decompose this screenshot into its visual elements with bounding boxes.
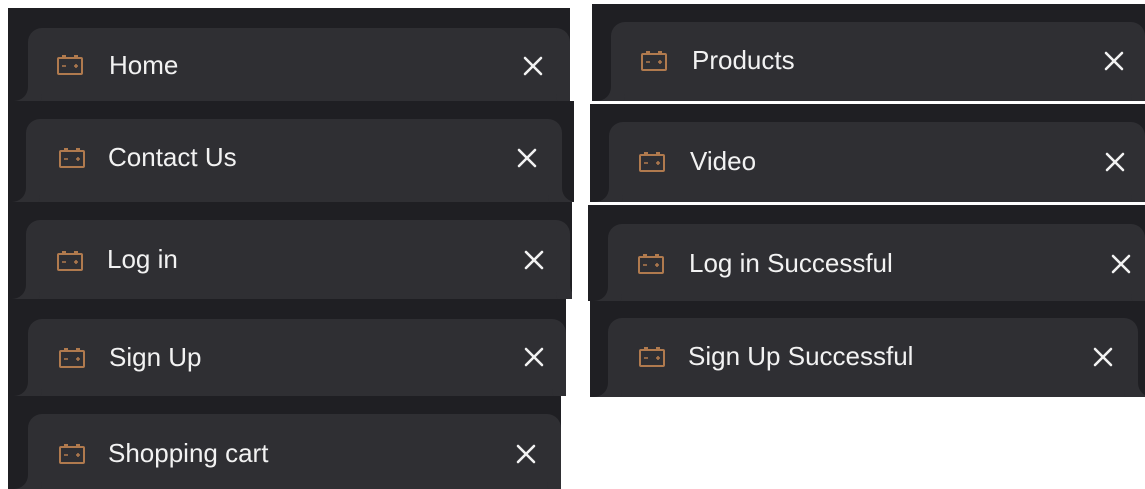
battery-icon	[57, 251, 83, 271]
tab-strip-signup-success: Sign Up Successful	[590, 301, 1145, 397]
tab-label: Sign Up Successful	[688, 341, 914, 371]
battery-icon	[639, 347, 665, 367]
tab-label: Video	[690, 146, 757, 176]
battery-icon	[59, 444, 85, 464]
battery-icon	[638, 254, 664, 274]
tab-sign-up[interactable]: Sign Up	[28, 319, 566, 396]
tab-label: Log in Successful	[689, 248, 893, 278]
close-icon[interactable]	[1110, 253, 1132, 275]
battery-icon	[641, 51, 667, 71]
tab-label: Contact Us	[108, 142, 237, 172]
tab-strip-login-success: Log in Successful	[588, 205, 1145, 301]
tab-log-in[interactable]: Log in	[26, 220, 570, 299]
tab-label: Sign Up	[109, 342, 202, 372]
battery-icon	[59, 348, 85, 368]
tab-strip-signup: Sign Up	[8, 299, 566, 396]
tab-strip-cart: Shopping cart	[8, 396, 561, 489]
close-icon[interactable]	[1104, 151, 1126, 173]
close-icon[interactable]	[1103, 50, 1125, 72]
close-icon[interactable]	[516, 147, 538, 169]
tab-strip-contact: Contact Us	[8, 101, 574, 202]
tab-strip-video: Video	[590, 104, 1145, 202]
tab-label: Home	[109, 50, 179, 80]
tab-strip-home: Home	[8, 8, 570, 101]
tab-shopping-cart[interactable]: Shopping cart	[28, 414, 561, 489]
close-icon[interactable]	[523, 249, 545, 271]
tab-products[interactable]: Products	[611, 22, 1145, 101]
close-icon[interactable]	[515, 443, 537, 465]
tab-sign-up-successful[interactable]: Sign Up Successful	[608, 318, 1138, 397]
close-icon[interactable]	[1092, 346, 1114, 368]
close-icon[interactable]	[523, 346, 545, 368]
battery-icon	[639, 152, 665, 172]
tab-strip-products: Products	[592, 4, 1145, 101]
tab-label: Shopping cart	[108, 438, 269, 468]
battery-icon	[57, 55, 83, 75]
tab-label: Products	[692, 45, 795, 75]
tab-log-in-successful[interactable]: Log in Successful	[608, 224, 1145, 301]
tab-home[interactable]: Home	[28, 28, 570, 101]
tab-video[interactable]: Video	[609, 122, 1145, 202]
battery-icon	[59, 148, 85, 168]
tab-contact-us[interactable]: Contact Us	[26, 119, 562, 202]
tab-label: Log in	[107, 244, 178, 274]
tab-strip-login: Log in	[8, 202, 572, 299]
close-icon[interactable]	[522, 55, 544, 77]
